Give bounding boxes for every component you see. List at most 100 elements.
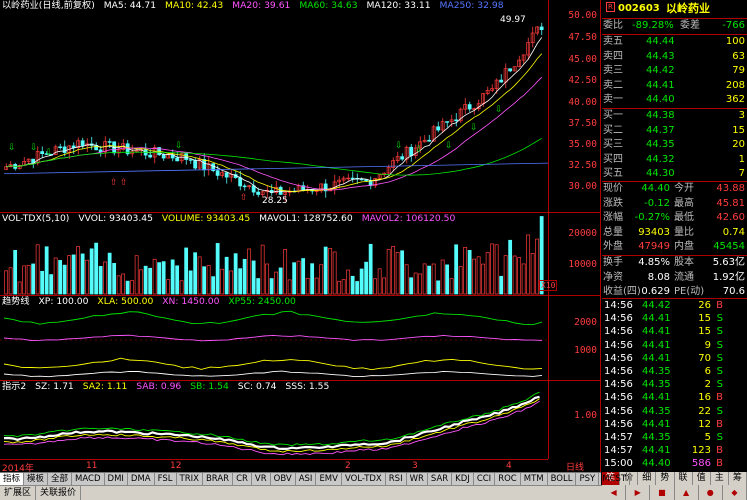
indicator-tab[interactable]: BOLL bbox=[548, 473, 577, 485]
tick-side: S bbox=[716, 326, 723, 338]
volume-bar bbox=[508, 239, 513, 295]
tab-chips[interactable]: 筹 bbox=[729, 472, 747, 485]
volume-bar bbox=[404, 264, 409, 295]
candle-body bbox=[80, 140, 85, 146]
volume-bar bbox=[35, 244, 40, 295]
volume-bar bbox=[332, 251, 337, 295]
tick-row[interactable]: 14:56 44.41 70 S bbox=[602, 352, 747, 365]
indicator-tab[interactable]: 全部 bbox=[48, 473, 73, 485]
bid-row[interactable]: 买五 44.30 7 bbox=[602, 167, 747, 182]
quote-title-row: R 002603 以岭药业 bbox=[602, 0, 747, 18]
tick-row[interactable]: 14:56 44.41 12 B bbox=[602, 418, 747, 431]
indicator-tab[interactable]: RSI bbox=[386, 473, 407, 485]
indicator-tab[interactable]: MCST bbox=[599, 473, 631, 485]
buy-signal-marker: ⇩ bbox=[445, 141, 453, 151]
tick-row[interactable]: 14:56 44.41 15 S bbox=[602, 325, 747, 338]
sell-signal-marker: ⇧ bbox=[110, 178, 118, 188]
stat-value: 42.60 bbox=[716, 212, 745, 224]
bid-row[interactable]: 买四 44.32 1 bbox=[602, 153, 747, 168]
indicator-tab[interactable]: WR bbox=[407, 473, 428, 485]
tab-main[interactable]: 主 bbox=[711, 472, 729, 485]
tick-row[interactable]: 14:56 44.41 9 S bbox=[602, 339, 747, 352]
bid-row[interactable]: 买二 44.37 15 bbox=[602, 124, 747, 139]
indicator-tab[interactable]: BRAR bbox=[203, 473, 234, 485]
bid-row[interactable]: 买三 44.35 20 bbox=[602, 138, 747, 153]
extension-area-button[interactable]: 扩展区 bbox=[0, 486, 37, 500]
tick-row[interactable]: 14:57 44.41 123 B bbox=[602, 444, 747, 457]
ask-row[interactable]: 卖四 44.43 63 bbox=[602, 50, 747, 65]
indicator-tab[interactable]: TRIX bbox=[177, 473, 203, 485]
stat-value: 0.74 bbox=[722, 226, 745, 238]
indicator-tab[interactable]: MTM bbox=[521, 473, 548, 485]
tick-price: 44.40 bbox=[642, 458, 671, 470]
indicator-tab[interactable]: CCI bbox=[474, 473, 496, 485]
candle-body bbox=[427, 139, 432, 142]
x-tick: 12 bbox=[170, 461, 182, 471]
related-quotes-button[interactable]: 关联报价 bbox=[36, 486, 82, 500]
volume-bar bbox=[233, 253, 238, 295]
candle-body bbox=[242, 185, 247, 188]
next-icon[interactable]: ▶ bbox=[626, 485, 651, 500]
indicator-tab[interactable]: ASI bbox=[296, 473, 317, 485]
prev-icon[interactable]: ◀ bbox=[602, 485, 627, 500]
tick-row[interactable]: 14:57 44.35 5 S bbox=[602, 431, 747, 444]
bid-row[interactable]: 买一 44.38 3 bbox=[602, 109, 747, 124]
volume-bar bbox=[130, 280, 135, 295]
volume-bar bbox=[269, 278, 274, 295]
ask-row[interactable]: 卖一 44.40 362 bbox=[602, 93, 747, 108]
volume-bar bbox=[328, 247, 333, 295]
ask-row[interactable]: 卖三 44.42 79 bbox=[602, 64, 747, 79]
tick-row[interactable]: 14:56 44.41 16 B bbox=[602, 391, 747, 404]
tab-detail[interactable]: 细 bbox=[638, 472, 657, 485]
indicator-tab[interactable]: VOL-TDX bbox=[342, 473, 386, 485]
indicator-tab[interactable]: KDJ bbox=[452, 473, 474, 485]
volume-bar bbox=[481, 263, 486, 295]
tick-row[interactable]: 14:56 44.42 26 B bbox=[602, 299, 747, 312]
diamond-icon[interactable]: ◆ bbox=[723, 485, 747, 500]
ask-row[interactable]: 卖二 44.41 208 bbox=[602, 79, 747, 94]
stop-icon[interactable]: ■ bbox=[650, 485, 675, 500]
indicator-tab[interactable]: CR bbox=[233, 473, 252, 485]
indicator-tab[interactable]: SAR bbox=[428, 473, 453, 485]
tab-trend[interactable]: 势 bbox=[656, 472, 675, 485]
stat-label: 最低 bbox=[674, 212, 694, 224]
tick-row[interactable]: 14:56 44.35 6 S bbox=[602, 365, 747, 378]
tab-value[interactable]: 值 bbox=[693, 472, 711, 485]
tick-row[interactable]: 14:56 44.35 2 S bbox=[602, 378, 747, 391]
chart-area[interactable]: 以岭药业(日线,前复权) MA5: 44.71 MA10: 42.43 MA20… bbox=[0, 0, 601, 474]
indicator-tab[interactable]: ROC bbox=[495, 473, 521, 485]
x-axis: 2014年 11 12 2 3 4 bbox=[0, 459, 548, 474]
indicator-tab[interactable]: 指标 bbox=[0, 473, 25, 485]
tick-row[interactable]: 15:00 44.40 586 B bbox=[602, 457, 747, 470]
book-volume: 7 bbox=[738, 168, 745, 180]
indicator-tab[interactable]: 模板 bbox=[24, 473, 49, 485]
indicator-tab[interactable]: MACD bbox=[72, 473, 105, 485]
indicator-tab[interactable]: DMA bbox=[128, 473, 155, 485]
candle-body bbox=[148, 154, 153, 158]
indicator-lines bbox=[3, 391, 540, 456]
volume-bar bbox=[301, 258, 306, 295]
book-volume: 79 bbox=[732, 65, 745, 77]
price-tick: 32.50 bbox=[568, 160, 597, 171]
book-label: 买一 bbox=[603, 110, 623, 121]
indicator-tab[interactable]: EMV bbox=[316, 473, 342, 485]
ask-row[interactable]: 卖五 44.44 100 bbox=[602, 35, 747, 50]
volume-bars bbox=[4, 216, 544, 295]
volume-bar bbox=[278, 267, 283, 295]
tick-row[interactable]: 14:56 44.35 22 S bbox=[602, 405, 747, 418]
indicator-tab[interactable]: OBV bbox=[271, 473, 296, 485]
tab-related[interactable]: 联 bbox=[675, 472, 693, 485]
price-y-axis: 50.00 47.50 45.00 42.50 40.00 37.50 35.0… bbox=[548, 0, 601, 212]
circle-icon[interactable]: ● bbox=[699, 485, 723, 500]
volume-bar bbox=[215, 243, 220, 295]
indicator-tab[interactable]: VR bbox=[252, 473, 271, 485]
book-volume: 1 bbox=[738, 153, 745, 165]
up-icon[interactable]: ▲ bbox=[675, 485, 699, 500]
indicator-tab[interactable]: PSY bbox=[576, 473, 600, 485]
volume-bar bbox=[26, 265, 31, 295]
indicator-tab[interactable]: FSL bbox=[155, 473, 177, 485]
volume-bar bbox=[319, 264, 324, 295]
tick-side: B bbox=[716, 300, 723, 311]
tick-row[interactable]: 14:56 44.41 15 S bbox=[602, 312, 747, 325]
indicator-tab[interactable]: DMI bbox=[105, 473, 128, 485]
